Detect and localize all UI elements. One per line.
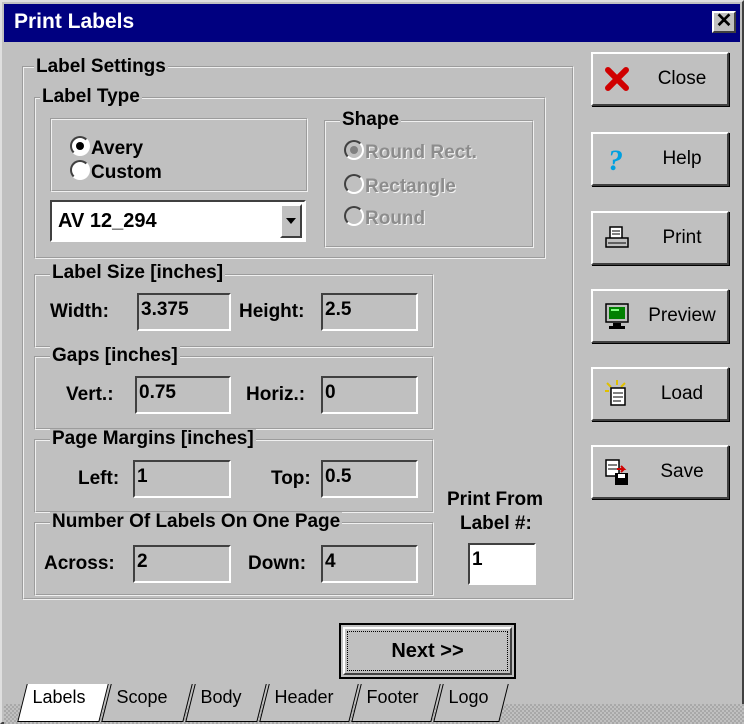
radio-custom-label: Custom <box>91 162 162 183</box>
radio-rectangle-indicator <box>344 174 364 194</box>
gaps-title: Gaps [inches] <box>50 345 180 366</box>
question-mark-icon: ? <box>608 144 623 174</box>
preview-button-label: Preview <box>648 305 716 326</box>
horiz-label: Horiz.: <box>246 384 306 405</box>
radio-rectangle-label: Rectangle <box>365 176 456 197</box>
next-button[interactable]: Next >> <box>339 623 516 679</box>
radio-avery[interactable]: Avery <box>70 136 143 161</box>
print-from-label-line1: Print From <box>447 489 544 510</box>
label-size-title: Label Size [inches] <box>50 262 226 283</box>
load-button[interactable]: Load <box>591 367 729 421</box>
print-button-label: Print <box>662 227 702 248</box>
print-labels-dialog: Print Labels ✕ Label Settings Label Type… <box>0 0 744 724</box>
radio-round-label: Round <box>365 208 426 229</box>
radio-avery-indicator <box>70 136 90 156</box>
shape-title: Shape <box>340 109 402 130</box>
across-label: Across: <box>44 553 115 574</box>
svg-text:?: ? <box>608 144 623 174</box>
tab-header-text: Header <box>274 687 334 707</box>
save-button[interactable]: Save <box>591 445 729 499</box>
preview-button[interactable]: Preview <box>591 289 729 343</box>
save-document-icon <box>605 459 628 485</box>
tab-footer-text: Footer <box>366 687 419 707</box>
label-type-title: Label Type <box>40 86 142 107</box>
radio-round[interactable]: Round <box>344 206 425 231</box>
load-document-icon <box>605 380 626 406</box>
label-settings-title: Label Settings <box>34 56 168 77</box>
tab-logo[interactable]: Logo <box>433 684 509 722</box>
tab-scope[interactable]: Scope <box>101 684 193 722</box>
red-x-icon <box>605 67 629 91</box>
avery-template-combo[interactable]: AV 12_294 <box>50 200 306 242</box>
print-from-label-line2: Label #: <box>460 513 532 534</box>
combo-dropdown-arrow[interactable] <box>280 204 302 238</box>
close-button-label: Close <box>657 68 707 89</box>
across-input[interactable]: 2 <box>133 545 231 583</box>
down-label: Down: <box>248 553 307 574</box>
top-margin-input[interactable]: 0.5 <box>321 460 418 498</box>
window-close-button[interactable]: ✕ <box>712 11 736 33</box>
monitor-icon <box>605 303 629 329</box>
close-button[interactable]: Close <box>591 52 729 106</box>
save-button-label: Save <box>660 461 704 482</box>
radio-rectangle[interactable]: Rectangle <box>344 174 456 199</box>
height-label: Height: <box>239 301 305 322</box>
tab-labels-text: Labels <box>32 687 86 707</box>
top-margin-label: Top: <box>271 468 311 489</box>
width-label: Width: <box>50 301 109 322</box>
print-button[interactable]: Print <box>591 211 729 265</box>
radio-round-rect-indicator <box>344 140 364 160</box>
width-input[interactable]: 3.375 <box>137 293 231 331</box>
tab-header[interactable]: Header <box>259 684 359 722</box>
radio-custom[interactable]: Custom <box>70 160 162 185</box>
tab-body[interactable]: Body <box>185 684 267 722</box>
radio-round-indicator <box>344 206 364 226</box>
next-button-label: Next >> <box>391 640 464 662</box>
tab-logo-text: Logo <box>448 687 489 707</box>
radio-round-rect[interactable]: Round Rect. <box>344 140 477 165</box>
printer-icon <box>605 226 629 248</box>
help-button-label: Help <box>662 148 702 169</box>
labels-per-page-title: Number Of Labels On One Page <box>50 511 343 532</box>
vert-label: Vert.: <box>66 384 114 405</box>
tab-scope-text: Scope <box>116 687 168 707</box>
left-margin-input[interactable]: 1 <box>133 460 231 498</box>
down-input[interactable]: 4 <box>321 545 418 583</box>
left-margin-label: Left: <box>78 468 120 489</box>
avery-template-value: AV 12_294 <box>58 210 157 232</box>
vert-gap-input[interactable]: 0.75 <box>135 376 231 414</box>
radio-custom-indicator <box>70 160 90 180</box>
window-title: Print Labels <box>14 10 135 33</box>
radio-round-rect-label: Round Rect. <box>365 142 477 163</box>
title-bar: Print Labels ✕ <box>4 4 740 42</box>
radio-avery-label: Avery <box>91 138 144 159</box>
page-margins-title: Page Margins [inches] <box>50 428 256 449</box>
load-button-label: Load <box>660 383 704 404</box>
print-from-input[interactable]: 1 <box>468 543 536 585</box>
tab-body-text: Body <box>200 687 242 707</box>
tab-footer[interactable]: Footer <box>351 684 441 722</box>
help-button[interactable]: ? Help <box>591 132 729 186</box>
horiz-gap-input[interactable]: 0 <box>321 376 418 414</box>
height-input[interactable]: 2.5 <box>321 293 418 331</box>
tab-labels[interactable]: Labels <box>17 684 109 722</box>
